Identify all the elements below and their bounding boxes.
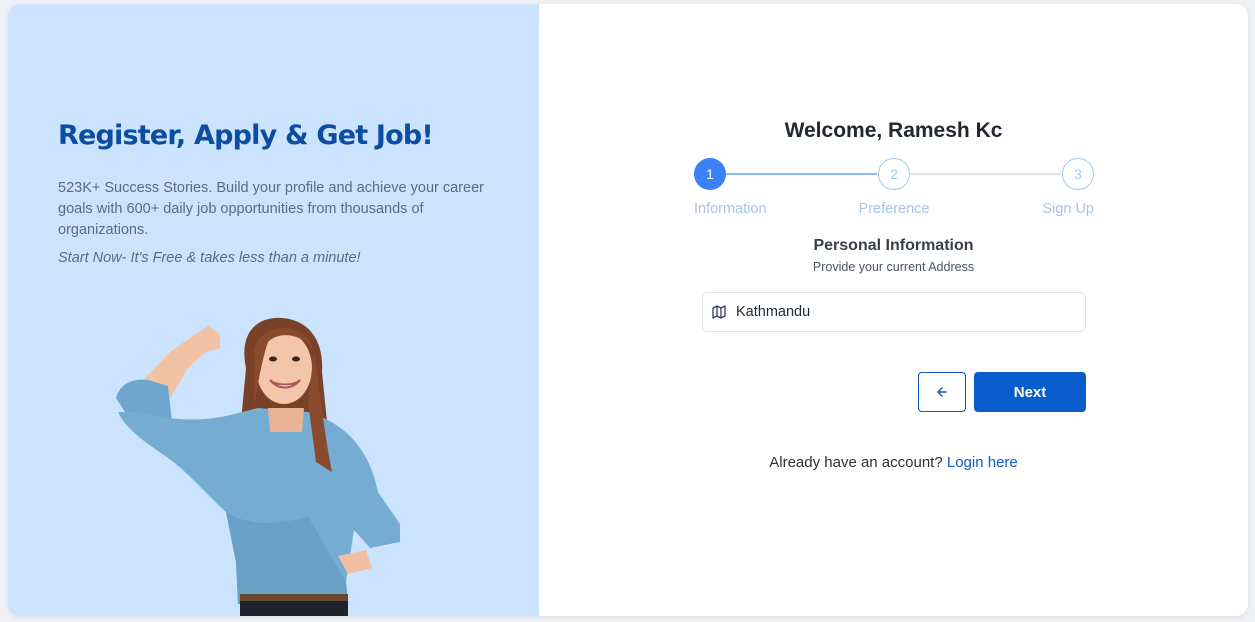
step-2-label: Preference [858,201,930,217]
step-2-indicator: 2 [878,158,910,190]
login-prompt-text: Already have an account? [769,454,943,471]
step-connector-1 [726,173,877,175]
login-prompt-row: Already have an account? Login here [539,454,1248,471]
next-button[interactable]: Next [974,372,1086,412]
hero-woman-image [116,317,400,616]
section-title: Personal Information [813,237,974,254]
registration-card: Register, Apply & Get Job! 523K+ Success… [8,4,1248,616]
step-3-label: Sign Up [1042,201,1094,217]
login-link[interactable]: Login here [947,454,1018,471]
promo-panel: Register, Apply & Get Job! 523K+ Success… [8,4,539,616]
step-3-indicator: 3 [1062,158,1094,190]
step-1-indicator: 1 [694,158,726,190]
arrow-left-icon [937,387,947,397]
promo-description: 523K+ Success Stories. Build your profil… [58,180,484,238]
form-panel: Welcome, Ramesh Kc 1 2 3 Information Pre… [539,4,1248,616]
back-button[interactable] [918,372,966,412]
welcome-heading: Welcome, Ramesh Kc [784,119,1003,142]
address-input[interactable] [736,304,1066,320]
address-field[interactable] [702,292,1086,332]
step-connector-2 [909,173,1061,175]
section-subtitle: Provide your current Address [812,260,975,274]
step-1-label: Information [694,201,767,217]
map-icon [712,305,726,319]
progress-stepper: 1 2 3 Information Preference Sign Up [694,156,1094,226]
promo-headline: Register, Apply & Get Job! [58,120,434,151]
promo-tagline: Start Now- It's Free & takes less than a… [58,250,361,266]
